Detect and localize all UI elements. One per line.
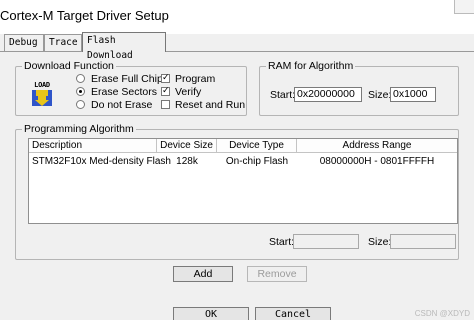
erase-sectors-radio[interactable]: Erase Sectors xyxy=(76,85,157,98)
algo-start-label: Start: xyxy=(269,236,295,248)
watermark: CSDN @XDYD xyxy=(414,309,470,318)
tab-debug[interactable]: Debug xyxy=(4,34,44,51)
radio-do-not-erase[interactable] xyxy=(76,100,85,109)
programming-algorithm-label: Programming Algorithm xyxy=(22,123,136,135)
radio-erase-sectors[interactable] xyxy=(76,87,85,96)
flash-download-panel: Download Function LOAD Erase Full Chip E… xyxy=(0,51,474,320)
cell-description: STM32F10x Med-density Flash xyxy=(32,156,171,167)
algo-size-input[interactable] xyxy=(390,234,456,249)
algorithm-table[interactable]: Description Device Size Device Type Addr… xyxy=(28,138,458,224)
do-not-erase-radio[interactable]: Do not Erase xyxy=(76,98,152,111)
do-not-erase-label: Do not Erase xyxy=(91,98,153,111)
title-bar: Cortex-M Target Driver Setup xyxy=(0,0,474,34)
download-function-group: Download Function LOAD Erase Full Chip E… xyxy=(15,60,247,116)
verify-checkbox[interactable]: Verify xyxy=(161,85,201,98)
checkbox-reset-and-run[interactable] xyxy=(161,100,170,109)
cell-address-range: 08000000H - 0801FFFFH xyxy=(319,156,435,167)
table-header: Description Device Size Device Type Addr… xyxy=(29,139,457,153)
erase-full-chip-label: Erase Full Chip xyxy=(91,72,163,85)
tab-trace[interactable]: Trace xyxy=(44,34,82,51)
checkbox-program[interactable] xyxy=(161,72,170,84)
cell-device-type: On-chip Flash xyxy=(225,156,289,167)
algo-size-label: Size: xyxy=(368,236,392,248)
cancel-button[interactable]: Cancel xyxy=(255,307,331,320)
reset-and-run-label: Reset and Run xyxy=(175,98,246,111)
ok-button[interactable]: OK xyxy=(173,307,249,320)
window-title: Cortex-M Target Driver Setup xyxy=(0,8,169,23)
erase-sectors-label: Erase Sectors xyxy=(91,85,157,98)
table-row[interactable]: STM32F10x Med-density Flash 128k On-chip… xyxy=(29,155,457,168)
tab-flash-download[interactable]: Flash Download xyxy=(82,32,166,61)
remove-button[interactable]: Remove xyxy=(247,266,307,282)
column-device-type[interactable]: Device Type xyxy=(217,139,297,153)
column-description[interactable]: Description xyxy=(29,139,157,153)
cell-device-size: 128k xyxy=(176,156,198,167)
load-icon: LOAD xyxy=(30,81,54,107)
target-driver-setup-dialog: Cortex-M Target Driver Setup Debug Trace… xyxy=(0,0,474,320)
column-device-size[interactable]: Device Size xyxy=(157,139,217,153)
ram-size-input[interactable]: 0x1000 xyxy=(390,87,436,102)
program-checkbox[interactable]: Program xyxy=(161,72,215,85)
checkbox-verify[interactable] xyxy=(161,85,170,97)
erase-full-chip-radio[interactable]: Erase Full Chip xyxy=(76,72,163,85)
add-button[interactable]: Add xyxy=(173,266,233,282)
close-icon[interactable] xyxy=(454,0,474,14)
tab-strip: Debug Trace Flash Download xyxy=(0,32,474,61)
radio-erase-full-chip[interactable] xyxy=(76,74,85,83)
ram-start-input[interactable]: 0x20000000 xyxy=(294,87,362,102)
ram-size-label: Size: xyxy=(368,89,392,101)
program-label: Program xyxy=(175,72,216,85)
algo-start-input[interactable] xyxy=(293,234,359,249)
column-address-range[interactable]: Address Range xyxy=(297,139,457,153)
verify-label: Verify xyxy=(175,85,202,98)
reset-and-run-checkbox[interactable]: Reset and Run xyxy=(161,98,245,111)
ram-start-label: Start: xyxy=(270,89,296,101)
ram-for-algorithm-group: RAM for Algorithm Start: 0x20000000 Size… xyxy=(259,60,459,116)
ram-for-algorithm-label: RAM for Algorithm xyxy=(266,60,356,72)
